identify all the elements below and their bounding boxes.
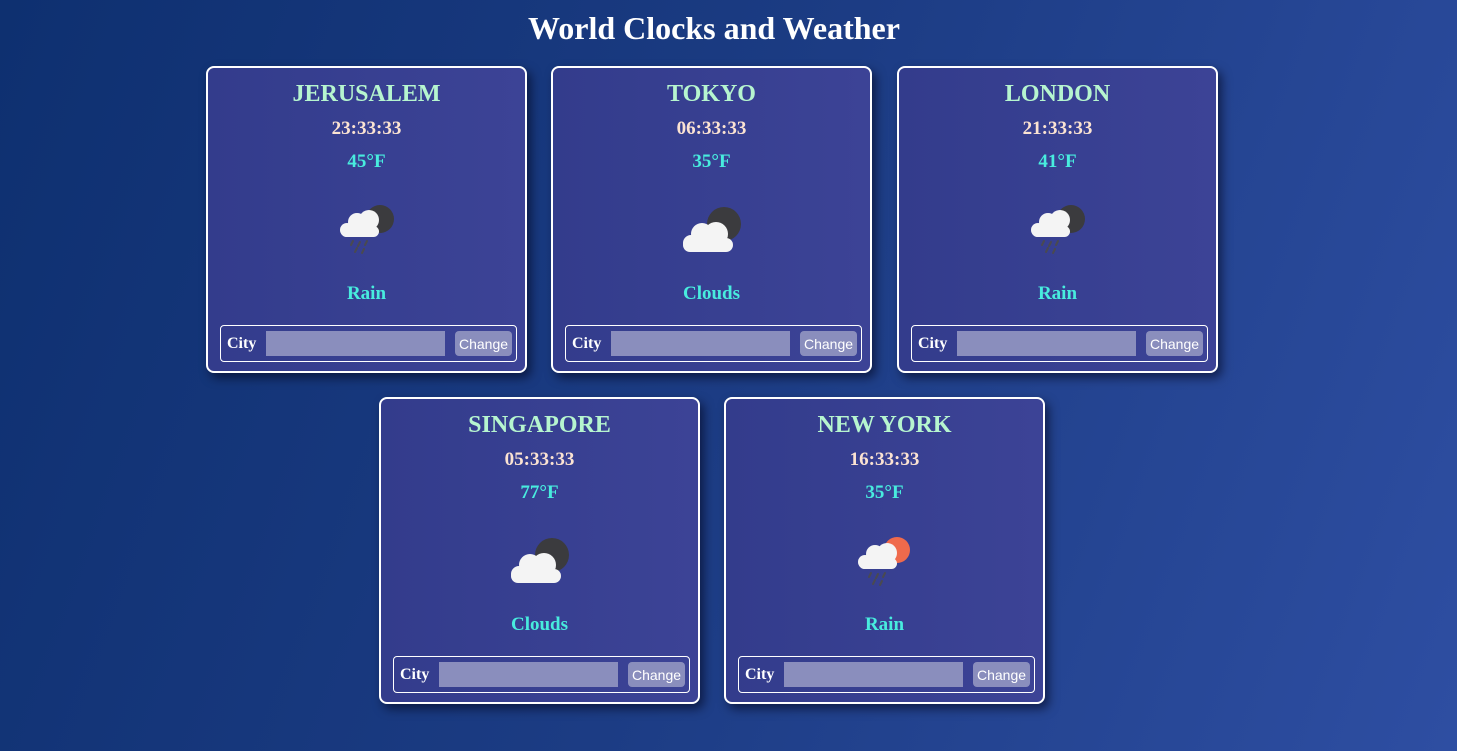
weather-condition: Rain xyxy=(1037,283,1078,304)
city-name: JERUSALEM xyxy=(292,81,441,107)
city-input[interactable] xyxy=(957,331,1136,356)
temperature: 35°F xyxy=(692,151,731,172)
cloud-night-icon xyxy=(510,538,569,583)
city-name: TOKYO xyxy=(667,81,756,107)
city-time: 23:33:33 xyxy=(331,118,402,139)
change-button[interactable]: Change xyxy=(628,662,685,687)
temperature: 35°F xyxy=(865,482,904,503)
change-button[interactable]: Change xyxy=(1146,331,1203,356)
change-city-form: City Change xyxy=(738,656,1035,693)
rain-cloud-sun-icon xyxy=(857,537,910,586)
weather-card-london: LONDON 21:33:33 41°F Rain City Change xyxy=(897,66,1218,373)
change-city-form: City Change xyxy=(393,656,690,693)
change-button[interactable]: Change xyxy=(455,331,512,356)
weather-condition: Rain xyxy=(346,283,387,304)
page-title: World Clocks and Weather xyxy=(528,10,900,46)
change-city-form: City Change xyxy=(220,325,517,362)
change-city-form: City Change xyxy=(565,325,862,362)
city-time: 05:33:33 xyxy=(504,449,575,470)
city-name: LONDON xyxy=(1004,81,1111,107)
city-name: NEW YORK xyxy=(817,412,952,438)
city-label: City xyxy=(400,666,430,683)
rain-cloud-night-icon xyxy=(339,205,394,254)
weather-card-singapore: SINGAPORE 05:33:33 77°F Clouds City Chan… xyxy=(379,397,700,704)
temperature: 45°F xyxy=(347,151,386,172)
change-city-form: City Change xyxy=(911,325,1208,362)
city-input[interactable] xyxy=(611,331,790,356)
temperature: 41°F xyxy=(1038,151,1077,172)
city-input[interactable] xyxy=(266,331,445,356)
city-label: City xyxy=(227,335,257,352)
change-button[interactable]: Change xyxy=(800,331,857,356)
cloud-night-icon xyxy=(682,207,741,252)
city-name: SINGAPORE xyxy=(468,412,611,438)
city-label: City xyxy=(572,335,602,352)
city-label: City xyxy=(745,666,775,683)
city-time: 21:33:33 xyxy=(1022,118,1093,139)
rain-cloud-night-icon xyxy=(1030,205,1085,254)
weather-condition: Rain xyxy=(864,614,905,635)
weather-card-tokyo: TOKYO 06:33:33 35°F Clouds City Change xyxy=(551,66,872,373)
weather-condition: Clouds xyxy=(510,614,569,635)
city-time: 06:33:33 xyxy=(676,118,747,139)
weather-condition: Clouds xyxy=(682,283,741,304)
city-time: 16:33:33 xyxy=(849,449,920,470)
weather-card-new-york: NEW YORK 16:33:33 35°F Rain City Change xyxy=(724,397,1045,704)
change-button[interactable]: Change xyxy=(973,662,1030,687)
temperature: 77°F xyxy=(520,482,559,503)
weather-card-jerusalem: JERUSALEM 23:33:33 45°F Rain City Change xyxy=(206,66,527,373)
city-input[interactable] xyxy=(784,662,963,687)
city-label: City xyxy=(918,335,948,352)
city-input[interactable] xyxy=(439,662,618,687)
